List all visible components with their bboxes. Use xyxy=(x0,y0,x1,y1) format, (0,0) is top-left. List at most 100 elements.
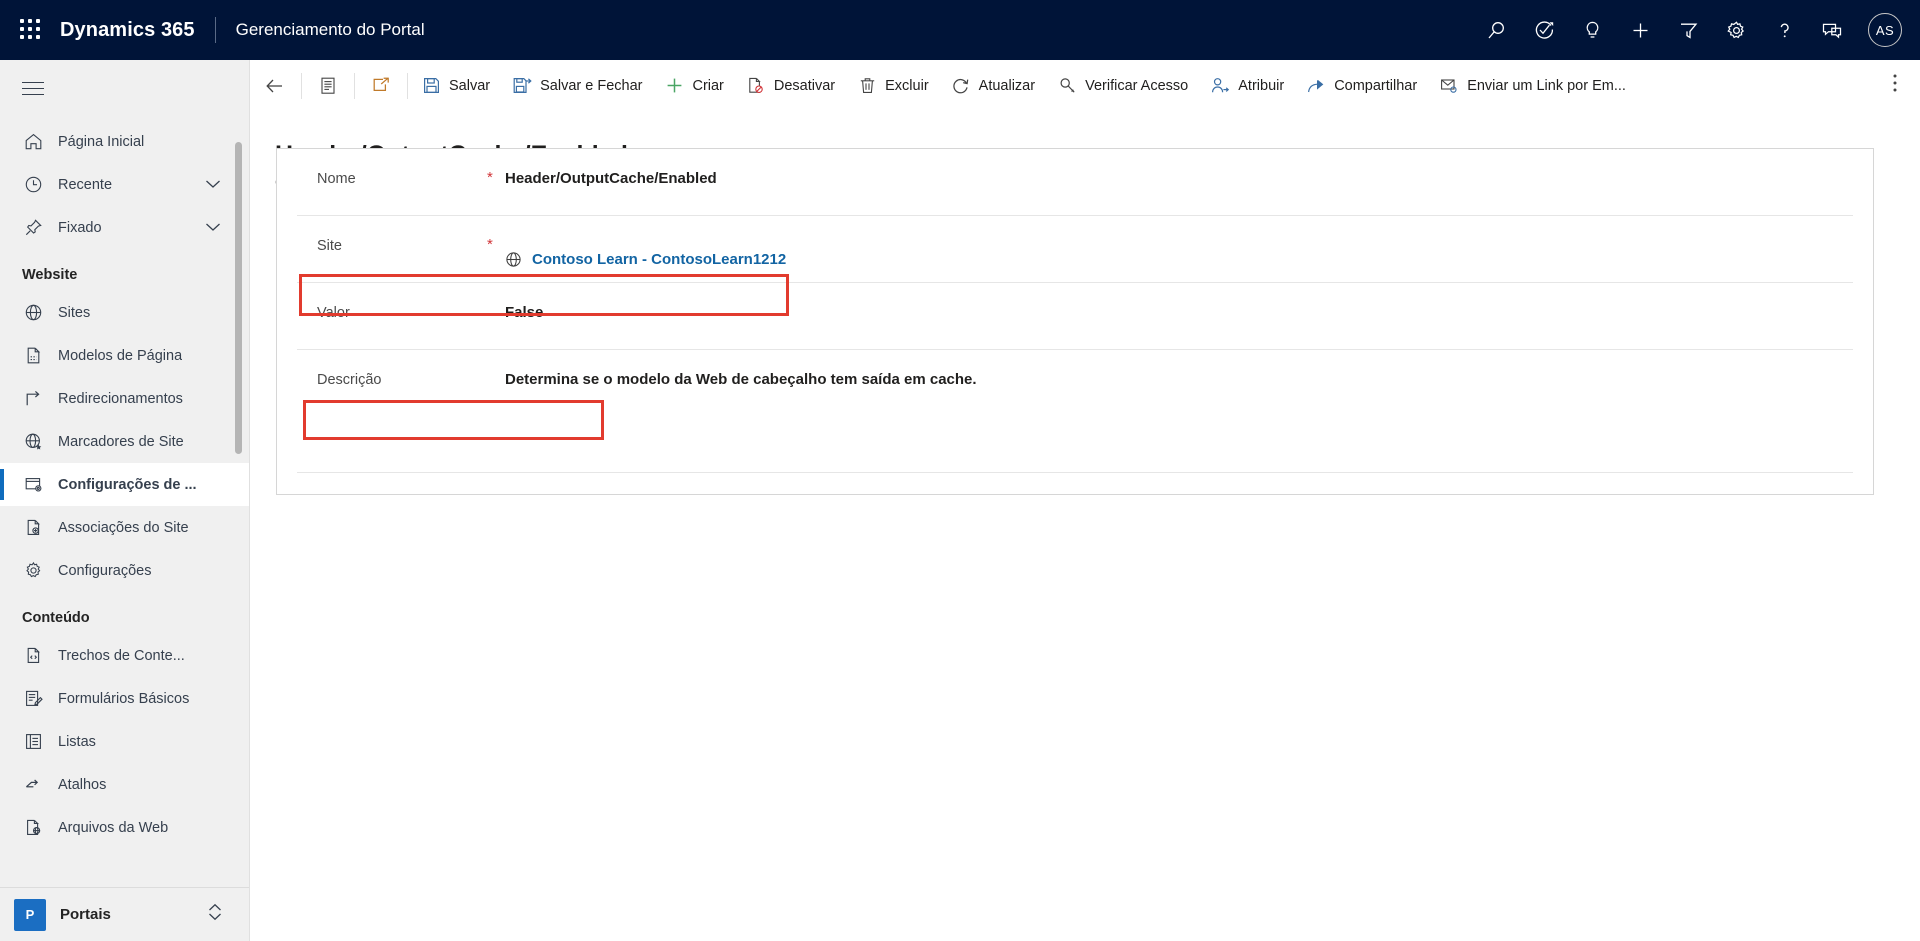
feedback-icon[interactable] xyxy=(1808,0,1856,60)
site-settings-icon xyxy=(22,474,44,496)
sidebar-item-label: Associações do Site xyxy=(58,519,189,536)
sidebar-item-atalhos[interactable]: Atalhos xyxy=(0,763,249,806)
assign-user-icon xyxy=(1210,76,1230,96)
globe-icon xyxy=(22,302,44,324)
sidebar-item-label: Redirecionamentos xyxy=(58,390,183,407)
sidebar-item-fixado[interactable]: Fixado xyxy=(0,206,249,249)
redirect-arrow-icon xyxy=(22,388,44,410)
top-header: Dynamics 365 Gerenciamento do Portal AS xyxy=(0,0,1920,60)
chevron-down-icon[interactable] xyxy=(205,177,221,193)
sidebar-item-recente[interactable]: Recente xyxy=(0,163,249,206)
sidebar-item-label: Página Inicial xyxy=(58,133,145,150)
required-asterisk: * xyxy=(487,236,493,253)
field-value-site[interactable]: Contoso Learn - ContosoLearn1212 xyxy=(505,216,1853,282)
sidebar-item-pagina-inicial[interactable]: Página Inicial xyxy=(0,120,249,163)
field-label: Valor xyxy=(317,305,350,321)
deactivate-icon xyxy=(746,76,766,96)
chevron-up-down-icon[interactable] xyxy=(207,902,223,927)
gear-icon[interactable] xyxy=(1712,0,1760,60)
form-row-nome: Nome * Header/OutputCache/Enabled xyxy=(297,149,1853,216)
check-access-button[interactable]: Verificar Acesso xyxy=(1046,60,1199,112)
field-value-valor[interactable]: False xyxy=(505,283,1853,349)
field-value-nome[interactable]: Header/OutputCache/Enabled xyxy=(505,149,1853,215)
command-label: Salvar xyxy=(449,77,491,94)
gear-icon xyxy=(22,560,44,582)
sidebar-item-redirecionamentos[interactable]: Redirecionamentos xyxy=(0,377,249,420)
sidebar-item-associacoes-do-site[interactable]: Associações do Site xyxy=(0,506,249,549)
sidebar-item-sites[interactable]: Sites xyxy=(0,291,249,334)
command-label: Atribuir xyxy=(1238,77,1285,94)
field-value-descricao[interactable]: Determina se o modelo da Web de cabeçalh… xyxy=(505,350,1853,472)
sidebar-item-label: Recente xyxy=(58,176,113,193)
form-row-descricao: Descrição Determina se o modelo da Web d… xyxy=(297,350,1853,473)
sidebar-item-label: Formulários Básicos xyxy=(58,690,190,707)
sidebar-item-label: Atalhos xyxy=(58,776,107,793)
sidebar-item-label: Configurações de ... xyxy=(58,476,197,493)
sidebar-item-label: Fixado xyxy=(58,219,102,236)
command-label: Compartilhar xyxy=(1334,77,1418,94)
email-link-button[interactable]: Enviar um Link por Em... xyxy=(1428,60,1637,112)
refresh-button[interactable]: Atualizar xyxy=(940,60,1046,112)
command-label: Verificar Acesso xyxy=(1085,77,1189,94)
assign-button[interactable]: Atribuir xyxy=(1199,60,1295,112)
form-card: Nome * Header/OutputCache/Enabled Site *… xyxy=(276,148,1874,495)
sidebar-item-trechos-de-conteudo[interactable]: Trechos de Conte... xyxy=(0,634,249,677)
field-label: Descrição xyxy=(317,372,382,388)
sidebar-item-label: Modelos de Página xyxy=(58,347,183,364)
field-label: Nome xyxy=(317,171,356,187)
key-icon xyxy=(1057,76,1077,96)
deactivate-button[interactable]: Desativar xyxy=(735,60,846,112)
globe-icon xyxy=(505,251,523,268)
brand-title[interactable]: Dynamics 365 xyxy=(60,19,195,42)
filter-icon[interactable] xyxy=(1664,0,1712,60)
check-circle-arrow-icon[interactable] xyxy=(1520,0,1568,60)
sidebar-item-modelos-de-pagina[interactable]: Modelos de Página xyxy=(0,334,249,377)
popout-button[interactable] xyxy=(357,60,405,112)
question-icon[interactable] xyxy=(1760,0,1808,60)
sidebar-item-configuracoes[interactable]: Configurações xyxy=(0,549,249,592)
app-badge: P xyxy=(14,898,46,931)
more-vertical-icon[interactable] xyxy=(1892,72,1920,99)
shortcut-icon xyxy=(22,774,44,796)
command-label: Salvar e Fechar xyxy=(540,77,643,94)
command-divider xyxy=(407,72,408,99)
command-divider xyxy=(354,72,355,99)
chevron-down-icon[interactable] xyxy=(205,220,221,236)
code-snippet-icon xyxy=(22,645,44,667)
sidebar: Página Inicial Recente Fixado Website Si… xyxy=(0,60,250,941)
app-switcher[interactable]: P Portais xyxy=(0,887,249,941)
plus-icon[interactable] xyxy=(1616,0,1664,60)
sidebar-item-arquivos-da-web[interactable]: Arquivos da Web xyxy=(0,806,249,849)
delete-button[interactable]: Excluir xyxy=(846,60,940,112)
form-selector-button[interactable] xyxy=(304,60,352,112)
save-and-close-button[interactable]: Salvar e Fechar xyxy=(501,60,653,112)
app-launcher-icon[interactable] xyxy=(20,19,42,41)
form-row-valor: Valor False xyxy=(297,283,1853,350)
sidebar-item-marcadores-de-site[interactable]: Marcadores de Site xyxy=(0,420,249,463)
sidebar-item-listas[interactable]: Listas xyxy=(0,720,249,763)
search-icon[interactable] xyxy=(1472,0,1520,60)
save-icon xyxy=(421,76,441,96)
avatar[interactable]: AS xyxy=(1868,13,1902,47)
new-button[interactable]: Criar xyxy=(653,60,734,112)
field-label: Site xyxy=(317,238,342,254)
brand-divider xyxy=(214,17,216,43)
globe-star-icon xyxy=(22,431,44,453)
trash-icon xyxy=(857,76,877,96)
sidebar-item-configuracoes-de-site[interactable]: Configurações de ... xyxy=(0,463,249,506)
sidebar-item-formularios-basicos[interactable]: Formulários Básicos xyxy=(0,677,249,720)
list-icon xyxy=(22,731,44,753)
command-bar: Salvar Salvar e Fechar Criar Desativar E… xyxy=(251,60,1920,112)
save-button[interactable]: Salvar xyxy=(410,60,501,112)
back-button[interactable] xyxy=(251,60,299,112)
lightbulb-icon[interactable] xyxy=(1568,0,1616,60)
share-icon xyxy=(1306,76,1326,96)
hamburger-menu-icon[interactable] xyxy=(0,60,249,116)
sidebar-item-label: Arquivos da Web xyxy=(58,819,169,836)
sidebar-item-label: Sites xyxy=(58,304,91,321)
site-link-text[interactable]: Contoso Learn - ContosoLearn1212 xyxy=(532,251,786,268)
app-name[interactable]: Gerenciamento do Portal xyxy=(236,20,425,40)
sidebar-group-conteudo: Conteúdo xyxy=(22,610,90,626)
sidebar-item-label: Listas xyxy=(58,733,96,750)
share-button[interactable]: Compartilhar xyxy=(1295,60,1428,112)
